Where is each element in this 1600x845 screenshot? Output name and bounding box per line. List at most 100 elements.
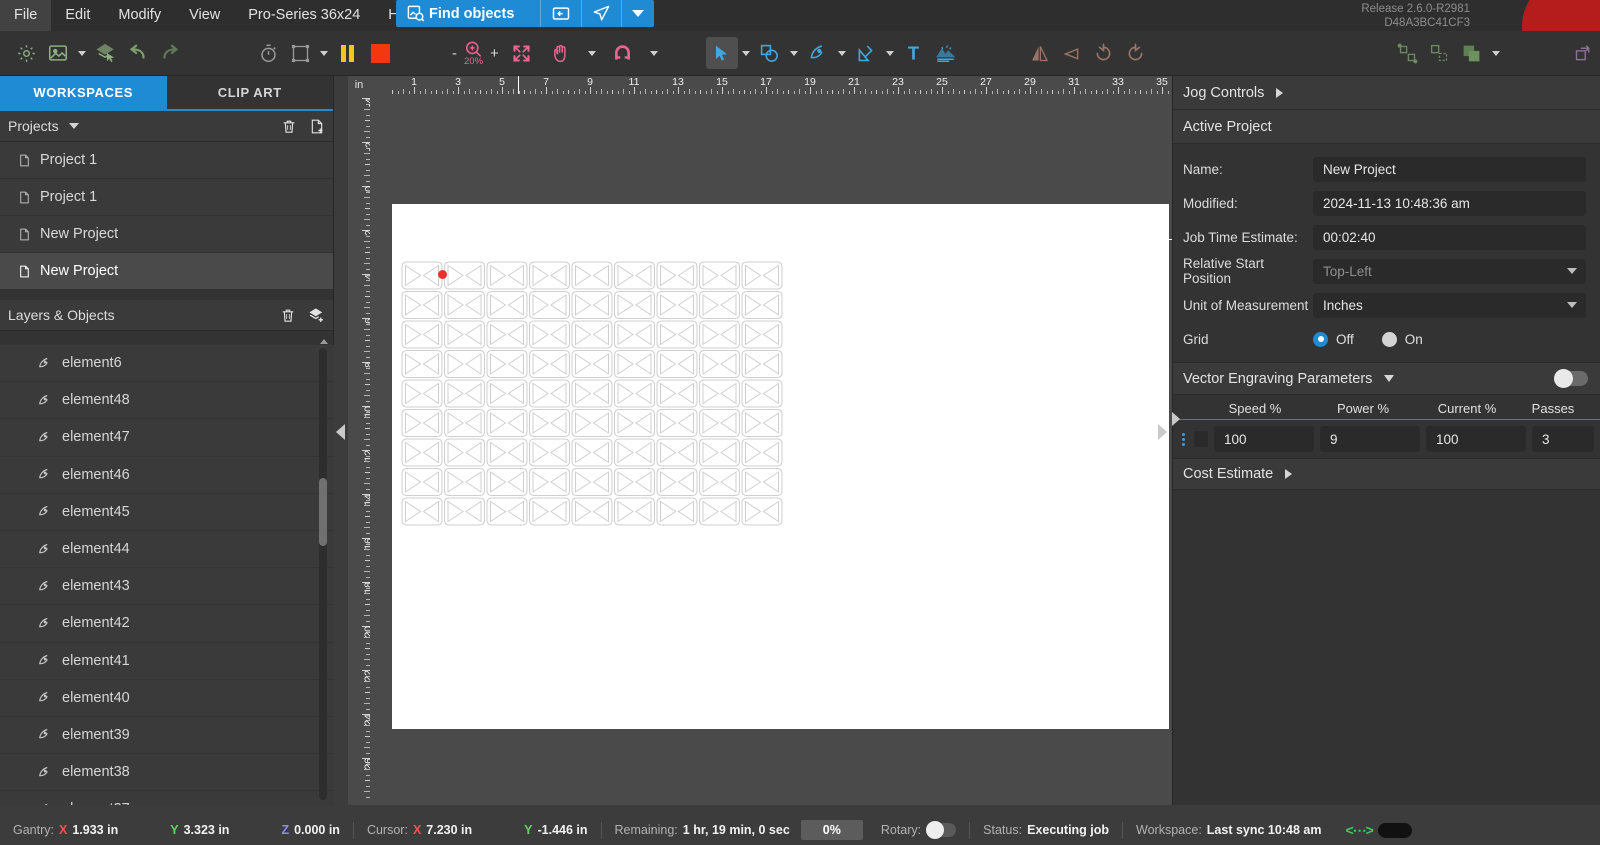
menu-machine-pro-series[interactable]: Pro-Series 36x24 xyxy=(234,0,374,31)
start-position-select[interactable]: Top-Left xyxy=(1313,258,1586,284)
menu-view[interactable]: View xyxy=(175,0,234,31)
frame-job-button[interactable] xyxy=(284,37,316,69)
layers-tool-button[interactable] xyxy=(90,37,122,69)
menu-modify[interactable]: Modify xyxy=(104,0,175,31)
camera-capture-button[interactable] xyxy=(541,0,583,27)
shape-tool-button[interactable] xyxy=(754,37,786,69)
pan-tool-button[interactable] xyxy=(545,37,577,69)
rotate-ccw-button[interactable] xyxy=(1088,37,1120,69)
boolean-union-button[interactable] xyxy=(1456,37,1488,69)
menu-file[interactable]: File xyxy=(0,0,52,31)
find-objects-button[interactable]: Find objects xyxy=(396,0,542,27)
zoom-fit-button[interactable] xyxy=(506,37,538,69)
layer-item[interactable]: element37 xyxy=(0,791,334,805)
project-item[interactable]: New Project xyxy=(0,216,333,253)
layer-item[interactable]: element43 xyxy=(0,568,334,606)
drag-handle-icon[interactable] xyxy=(1179,432,1188,446)
trace-image-button[interactable] xyxy=(930,37,962,69)
rotate-cw-button[interactable] xyxy=(1120,37,1152,69)
project-item-selected[interactable]: New Project xyxy=(0,253,333,290)
design-artwork[interactable] xyxy=(392,204,1169,729)
pan-dropdown[interactable] xyxy=(584,38,600,68)
layer-item[interactable]: element38 xyxy=(0,754,334,792)
layers-scrollbar-track[interactable] xyxy=(319,348,327,800)
import-dropdown[interactable] xyxy=(74,38,90,68)
connection-indicator[interactable] xyxy=(1377,822,1412,838)
undo-button[interactable] xyxy=(122,37,154,69)
new-project-button[interactable] xyxy=(309,118,325,135)
layer-item[interactable]: element47 xyxy=(0,419,334,457)
layer-item[interactable]: element40 xyxy=(0,680,334,717)
pen-dropdown[interactable] xyxy=(834,38,850,68)
layer-item[interactable]: element39 xyxy=(0,717,334,755)
timer-button[interactable] xyxy=(252,37,284,69)
canvas-area[interactable]: in 1357911131517192123252729313335 -4-20… xyxy=(348,76,1172,805)
delete-project-button[interactable] xyxy=(281,118,297,135)
group-objects-button[interactable] xyxy=(1392,37,1424,69)
add-layer-button[interactable] xyxy=(308,307,325,324)
layer-item[interactable]: element42 xyxy=(0,605,334,643)
canvas-viewport[interactable] xyxy=(370,94,1172,805)
settings-button[interactable] xyxy=(10,37,42,69)
frame-dropdown[interactable] xyxy=(316,38,332,68)
delete-layer-button[interactable] xyxy=(280,307,296,324)
layers-list[interactable]: element6 element48 element47 element46 e… xyxy=(0,345,334,805)
shape-dropdown[interactable] xyxy=(786,38,802,68)
grid-off-radio[interactable]: Off xyxy=(1313,331,1354,347)
cost-estimate-header[interactable]: Cost Estimate xyxy=(1173,458,1600,490)
speed-input[interactable] xyxy=(1214,426,1314,452)
zoom-level-control[interactable]: 20% xyxy=(464,40,483,67)
layer-item[interactable]: element46 xyxy=(0,457,334,494)
project-item[interactable]: Project 1 xyxy=(0,142,333,179)
vector-engraving-enable-toggle[interactable] xyxy=(1554,369,1588,388)
vertical-ruler[interactable]: -4-202468101214161820222426 xyxy=(348,94,370,805)
current-input[interactable] xyxy=(1426,426,1526,452)
jog-controls-header[interactable]: Jog Controls xyxy=(1173,76,1600,110)
send-job-button[interactable] xyxy=(582,0,623,27)
layers-scroll-up-arrow[interactable] xyxy=(320,339,328,344)
stop-job-button[interactable] xyxy=(364,37,396,69)
right-panel-expand-handle[interactable] xyxy=(1172,412,1182,430)
select-tool-button[interactable] xyxy=(705,37,738,69)
layer-color-swatch[interactable] xyxy=(1193,431,1208,447)
tab-workspaces[interactable]: WORKSPACES xyxy=(0,76,167,111)
snap-magnet-button[interactable] xyxy=(607,37,639,69)
collapse-left-panel-handle[interactable] xyxy=(336,424,348,440)
flip-vertical-button[interactable] xyxy=(1056,37,1088,69)
pause-job-button[interactable] xyxy=(332,37,364,69)
project-name-input[interactable] xyxy=(1313,156,1586,182)
zoom-in-button[interactable]: + xyxy=(490,45,499,62)
pen-tool-button[interactable] xyxy=(802,37,834,69)
menu-edit[interactable]: Edit xyxy=(51,0,104,31)
layer-item[interactable]: element44 xyxy=(0,531,334,569)
layer-item[interactable]: element6 xyxy=(0,345,334,383)
node-edit-button[interactable] xyxy=(850,37,882,69)
projects-collapse-toggle[interactable] xyxy=(68,123,79,129)
layer-item[interactable]: element41 xyxy=(0,643,334,680)
rotary-toggle[interactable] xyxy=(926,821,957,839)
layer-item[interactable]: element45 xyxy=(0,494,334,531)
import-image-button[interactable] xyxy=(42,37,74,69)
unit-select[interactable]: Inches xyxy=(1313,292,1586,318)
duplicate-button[interactable] xyxy=(1568,37,1600,69)
project-item[interactable]: Project 1 xyxy=(0,179,333,216)
layers-scrollbar-thumb[interactable] xyxy=(319,478,327,546)
tab-clip-art[interactable]: CLIP ART xyxy=(166,76,333,111)
node-dropdown[interactable] xyxy=(882,38,898,68)
text-tool-button[interactable]: T xyxy=(898,37,930,69)
work-sheet[interactable] xyxy=(392,204,1169,729)
send-job-dropdown[interactable] xyxy=(622,0,654,27)
layer-item[interactable]: element48 xyxy=(0,382,334,420)
zoom-out-button[interactable]: - xyxy=(452,45,457,62)
ungroup-objects-button[interactable] xyxy=(1424,37,1456,69)
vector-engraving-parameters-header[interactable]: Vector Engraving Parameters xyxy=(1173,362,1600,395)
redo-button[interactable] xyxy=(154,37,186,69)
passes-input[interactable] xyxy=(1532,426,1594,452)
flip-horizontal-button[interactable] xyxy=(1024,37,1056,69)
select-dropdown[interactable] xyxy=(738,38,754,68)
power-input[interactable] xyxy=(1320,426,1420,452)
snap-dropdown[interactable] xyxy=(646,38,662,68)
grid-on-radio[interactable]: On xyxy=(1381,331,1423,347)
boolean-dropdown[interactable] xyxy=(1488,38,1504,68)
horizontal-ruler[interactable]: 1 3 5 7 9 11 13 15 17 19 21 23 25 27 29 31 33 35 xyxy=(370,76,1172,94)
